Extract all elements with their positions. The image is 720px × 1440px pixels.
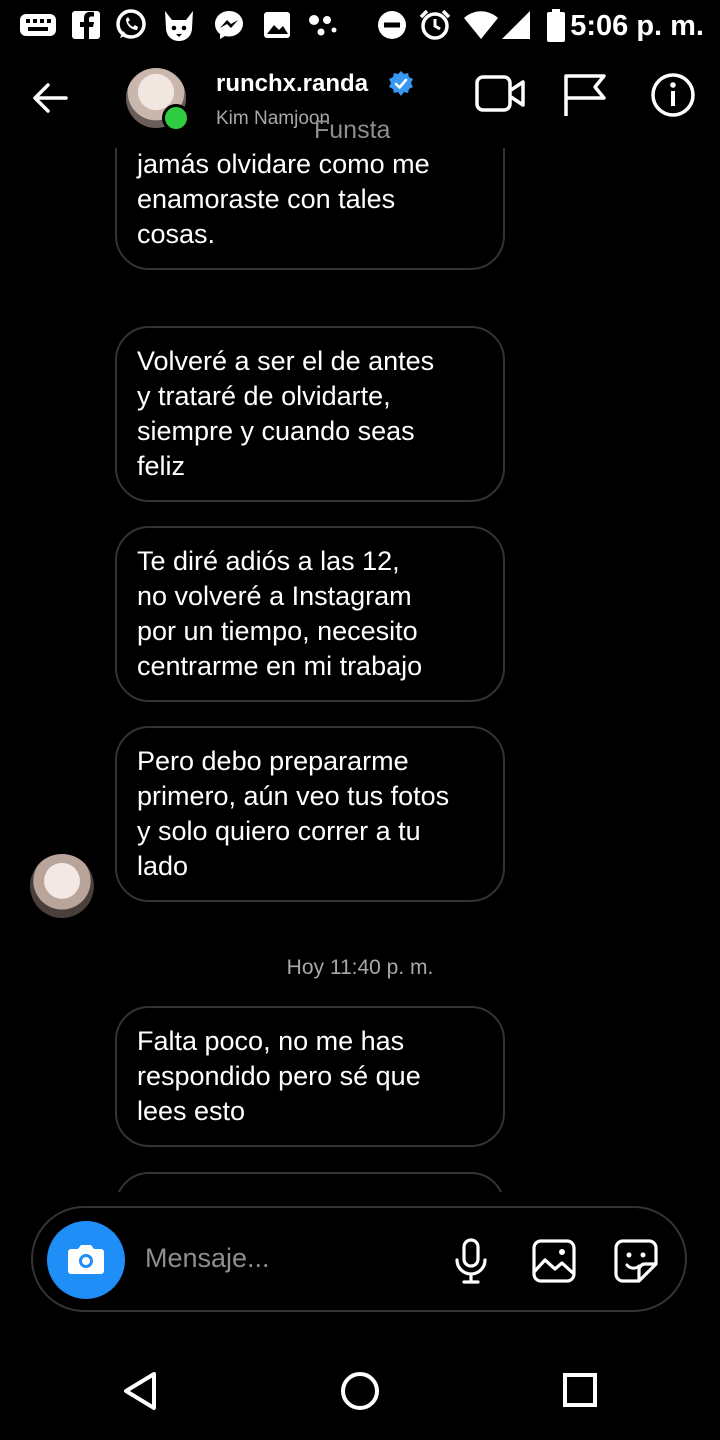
back-arrow-icon[interactable] [30,78,70,118]
keyboard-icon [20,14,56,36]
sticker-icon[interactable] [613,1238,659,1284]
info-icon[interactable] [650,72,696,118]
verified-badge-icon [389,71,413,96]
dnd-icon [378,11,406,39]
fox-icon [165,11,193,41]
status-bar: 5:06 p. m. [0,0,720,52]
gallery-icon [264,12,290,38]
overlay-text: Funsta [314,116,391,144]
online-indicator [162,104,190,132]
system-nav-bar [0,1340,720,1440]
back-triangle-icon[interactable] [120,1370,160,1412]
message-composer: Mensaje... [31,1206,687,1312]
video-call-icon[interactable] [474,72,526,116]
whatsapp-icon [116,9,146,39]
message-list[interactable]: con pequeñas cosas y jamás olvidare como… [0,148,720,1192]
message-timestamp: Hoy 11:40 p. m. [286,956,434,979]
message-bubble[interactable]: Pero debo prepararme primero, aún veo tu… [115,726,505,902]
message-bubble[interactable]: Volveré a ser el de antes y trataré de o… [115,326,505,502]
message-bubble[interactable]: Te diré adiós a las 12, no volveré a Ins… [115,526,505,702]
messenger-icon [215,11,243,39]
status-time: 5:06 p. m. [570,10,704,42]
profile-subtitle: Kim Namjoon [216,108,331,129]
dots-icon [309,15,337,36]
camera-button[interactable] [47,1221,125,1299]
message-bubble[interactable]: Falta poco, no me has respondido pero sé… [115,1006,505,1147]
signal-icon [502,11,530,39]
recents-square-icon[interactable] [562,1370,598,1412]
sender-avatar[interactable] [30,854,94,918]
wifi-icon [464,11,498,39]
username[interactable]: runchx.randa [216,70,368,98]
alarm-icon [419,9,451,40]
battery-icon [547,9,565,42]
microphone-icon[interactable] [451,1238,491,1286]
home-circle-icon[interactable] [339,1370,381,1412]
image-icon[interactable] [531,1238,577,1284]
message-bubble[interactable]: con pequeñas cosas y jamás olvidare como… [115,148,505,270]
message-input[interactable]: Mensaje... [145,1243,270,1274]
message-bubble-partial[interactable] [115,1172,505,1192]
camera-icon [68,1245,104,1274]
flag-icon[interactable] [560,72,610,118]
facebook-icon [72,11,100,39]
